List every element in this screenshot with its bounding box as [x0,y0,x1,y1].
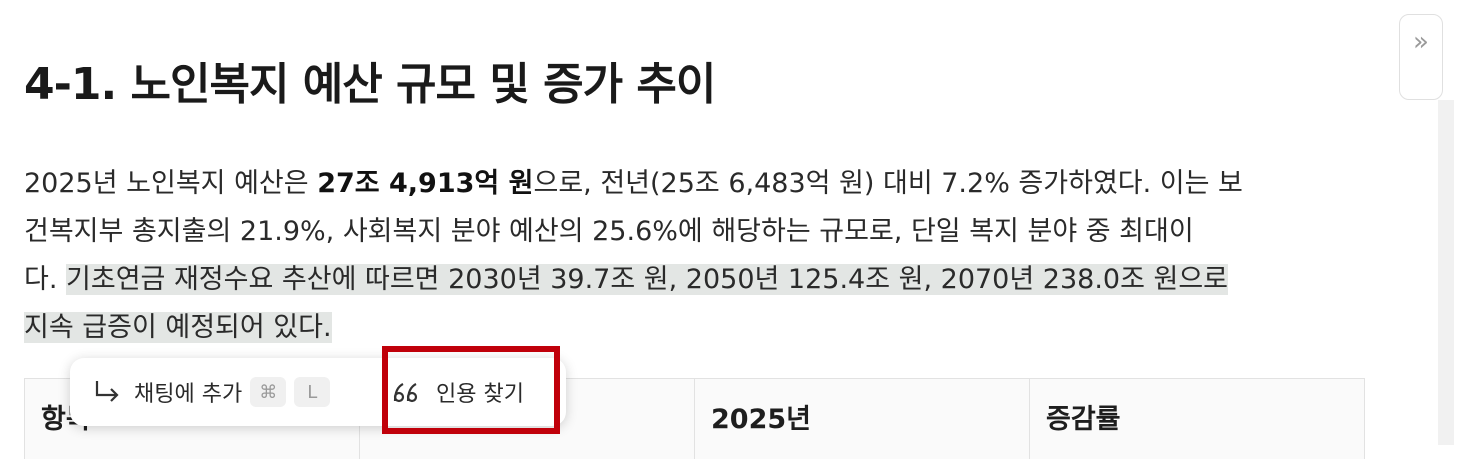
text-run: 2025년 노인복지 예산은 [24,168,318,199]
find-citation-label: 인용 찾기 [436,382,524,407]
sidebar-toggle-button[interactable]: » [1399,14,1443,100]
scrollbar-track[interactable] [1438,100,1454,445]
table-header-change-rate: 증감률 [1030,379,1365,459]
paragraph-line-2: 건복지부 총지출의 21.9%, 사회복지 분야 예산의 25.6%에 해당하는… [24,216,1194,247]
add-to-chat-label: 채팅에 추가 [134,382,243,407]
arrow-return-icon [95,381,119,402]
bold-amount: 27조 4,913억 원 [317,168,534,199]
find-citation-button[interactable]: 인용 찾기 [392,358,524,426]
table-header-2025: 2025년 [695,379,1030,459]
selected-text[interactable]: 지속 급증이 예정되어 있다. [24,312,332,343]
text-run: 다. [24,264,67,295]
add-to-chat-button[interactable]: 채팅에 추가 ⌘ L [70,358,342,426]
body-paragraph: 2025년 노인복지 예산은 27조 4,913억 원으로, 전년(25조 6,… [24,160,1364,352]
section-heading: 4-1. 노인복지 예산 규모 및 증가 추이 [24,59,716,110]
selected-text[interactable]: 기초연금 재정수요 추산에 따르면 2030년 39.7조 원, 2050년 1… [66,264,1229,295]
paragraph-line-3: 다. 기초연금 재정수요 추산에 따르면 2030년 39.7조 원, 2050… [24,256,1364,304]
quote-icon [393,383,418,403]
shortcut-l-key: L [294,377,331,407]
double-chevron-right-icon: » [1413,27,1429,57]
shortcut-cmd-key: ⌘ [250,377,287,407]
selection-toolbar: 채팅에 추가 ⌘ L 인용 찾기 [70,346,566,434]
paragraph-line-1: 2025년 노인복지 예산은 27조 4,913억 원으로, 전년(25조 6,… [24,160,1364,208]
document-area: 4-1. 노인복지 예산 규모 및 증가 추이 2025년 노인복지 예산은 2… [0,0,1400,459]
paragraph-line-4: 지속 급증이 예정되어 있다. [24,304,1364,352]
text-run: 으로, 전년(25조 6,483억 원) 대비 7.2% 증가하였다. 이는 보 [533,168,1243,199]
